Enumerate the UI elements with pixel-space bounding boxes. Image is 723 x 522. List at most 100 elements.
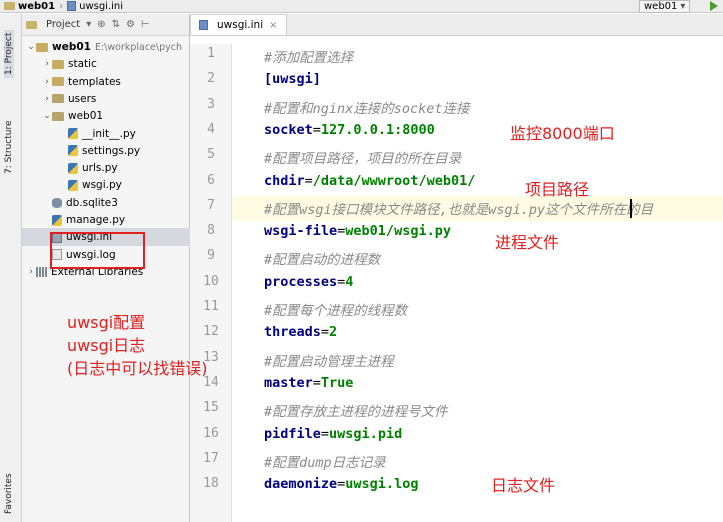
line-number: 9 bbox=[207, 248, 215, 264]
code-line: threads=2 bbox=[264, 324, 337, 340]
ini-file-icon bbox=[67, 1, 77, 11]
tree-item-label: static bbox=[68, 58, 97, 71]
run-configuration-label: web01 bbox=[644, 1, 678, 12]
tree-item[interactable]: wsgi.py bbox=[22, 176, 190, 194]
code-line: wsgi-file=web01/wsgi.py bbox=[264, 223, 451, 239]
line-number: 5 bbox=[207, 147, 215, 163]
line-number: 12 bbox=[203, 324, 219, 340]
config-key: processes bbox=[264, 273, 338, 290]
annotation-highlight-box bbox=[50, 232, 145, 269]
folder-icon bbox=[52, 59, 64, 69]
code-line: #配置和nginx连接的socket连接 bbox=[264, 100, 470, 117]
line-number: 1 bbox=[207, 46, 215, 61]
config-value: 2 bbox=[329, 324, 338, 341]
python-file-icon bbox=[68, 162, 78, 174]
equals-sign: = bbox=[312, 121, 321, 138]
config-key: socket bbox=[264, 121, 313, 138]
annotation-uwsgi-config: uwsgi配置 bbox=[67, 313, 146, 332]
database-icon bbox=[52, 197, 62, 208]
gear-icon[interactable]: ⚙ bbox=[126, 19, 135, 30]
config-value: 127.0.0.1:8000 bbox=[320, 121, 435, 138]
config-value: 4 bbox=[345, 273, 354, 290]
code-line: #配置dump日志记录 bbox=[264, 454, 386, 471]
annotation-log-hint: (日志中可以找错误) bbox=[67, 359, 208, 378]
run-configuration-select[interactable]: web01 ▾ bbox=[639, 0, 691, 13]
breadcrumb-file[interactable]: uwsgi.ini bbox=[79, 1, 123, 12]
tree-item[interactable]: manage.py bbox=[22, 211, 190, 229]
config-key: chdir bbox=[264, 172, 305, 189]
line-number: 10 bbox=[203, 273, 219, 289]
line-number: 2 bbox=[207, 71, 215, 87]
scroll-from-source-icon[interactable]: ⊕ bbox=[97, 19, 105, 30]
chevron-right-icon[interactable]: › bbox=[42, 59, 52, 69]
tree-item-label: templates bbox=[68, 75, 121, 88]
line-number: 16 bbox=[203, 425, 219, 441]
line-number: 3 bbox=[207, 96, 215, 112]
tree-item[interactable]: db.sqlite3 bbox=[22, 194, 190, 212]
collapse-all-icon[interactable]: ⇅ bbox=[112, 19, 120, 30]
code-line: daemonize=uwsgi.log bbox=[264, 476, 418, 492]
editor: uwsgi.ini × 1 2 3 4 5 6 7 8 9 10 11 12 13 14 15 16 17 18 … bbox=[190, 14, 723, 522]
code-line: #配置每个进程的线程数 bbox=[264, 303, 408, 319]
tree-item[interactable]: › templates bbox=[22, 73, 190, 91]
tree-item[interactable]: ⌄ web01 bbox=[22, 107, 190, 125]
code-line: socket=127.0.0.1:8000 bbox=[264, 122, 435, 138]
tree-item[interactable]: ⌄ web01 E:\workplace\pych bbox=[22, 38, 190, 56]
annotation-process-file: 进程文件 bbox=[495, 233, 560, 252]
chevron-down-icon[interactable]: ⌄ bbox=[26, 42, 36, 52]
code-line: master=True bbox=[264, 375, 353, 391]
annotation-listen-port: 监控8000端口 bbox=[510, 124, 615, 143]
code-line: [uwsgi] bbox=[264, 71, 321, 88]
tree-item-label: db.sqlite3 bbox=[66, 196, 118, 209]
code-line: #配置wsgi接口模块文件路径,也就是wsgi.py这个文件所在的目 bbox=[264, 201, 654, 218]
code-line: #配置启动的进程数 bbox=[264, 252, 381, 269]
config-value: web01/wsgi.py bbox=[345, 223, 451, 240]
breadcrumb-project[interactable]: web01 bbox=[18, 1, 55, 12]
tab-label: uwsgi.ini bbox=[217, 19, 264, 31]
project-toolbar: Project ▾ ⊕ ⇅ ⚙ ⊢ bbox=[22, 14, 189, 36]
tool-tab-favorites[interactable]: Favorites bbox=[4, 473, 14, 514]
annotation-uwsgi-log: uwsgi日志 bbox=[67, 336, 146, 355]
tool-tab-structure[interactable]: 7: Structure bbox=[4, 121, 14, 175]
tree-item[interactable]: › users bbox=[22, 90, 190, 108]
chevron-right-icon[interactable]: › bbox=[26, 267, 36, 277]
tree-item-label: urls.py bbox=[82, 162, 118, 175]
tab-uwsgi-ini[interactable]: uwsgi.ini × bbox=[190, 14, 287, 35]
tree-item[interactable]: settings.py bbox=[22, 142, 190, 160]
config-key: daemonize bbox=[264, 476, 338, 493]
chevron-down-icon[interactable]: ⌄ bbox=[42, 111, 52, 121]
python-file-icon bbox=[52, 214, 62, 226]
tree-item-label: web01 bbox=[52, 41, 91, 53]
config-key: master bbox=[264, 374, 313, 391]
library-icon bbox=[36, 266, 47, 277]
chevron-down-icon[interactable]: ▾ bbox=[86, 19, 91, 30]
line-number: 4 bbox=[207, 121, 215, 137]
chevron-right-icon[interactable]: › bbox=[42, 94, 52, 104]
tree-item-label: __init__.py bbox=[82, 127, 136, 140]
hide-icon[interactable]: ⊢ bbox=[141, 19, 150, 30]
code-line: #配置存放主进程的进程号文件 bbox=[264, 404, 448, 421]
chevron-right-icon[interactable]: › bbox=[42, 77, 52, 87]
tree-item[interactable]: › static bbox=[22, 55, 190, 73]
code-line: pidfile=uwsgi.pid bbox=[264, 426, 402, 442]
line-number: 6 bbox=[207, 172, 215, 188]
chevron-down-icon: ▾ bbox=[680, 1, 686, 12]
line-number: 17 bbox=[203, 450, 219, 466]
folder-icon bbox=[52, 77, 64, 87]
tree-item[interactable]: __init__.py bbox=[22, 125, 190, 143]
line-number-gutter: 1 2 3 4 5 6 7 8 9 10 11 12 13 14 15 16 17 18 bbox=[190, 44, 232, 522]
project-view-select[interactable]: Project bbox=[46, 19, 80, 30]
tree-item[interactable]: urls.py bbox=[22, 159, 190, 177]
tool-tab-project[interactable]: 1: Project bbox=[4, 29, 14, 78]
run-icon[interactable] bbox=[710, 1, 718, 11]
equals-sign: = bbox=[320, 324, 330, 341]
code-line: chdir=/data/wwwroot/web01/ bbox=[264, 173, 475, 189]
close-icon[interactable]: × bbox=[269, 20, 277, 31]
equals-sign: = bbox=[320, 425, 330, 442]
ini-file-icon bbox=[199, 20, 208, 30]
annotation-log-file: 日志文件 bbox=[491, 476, 556, 495]
tree-item-label: settings.py bbox=[82, 144, 141, 157]
annotation-project-path: 项目路径 bbox=[525, 180, 590, 199]
config-key: wsgi-file bbox=[264, 223, 338, 240]
navigation-bar: web01 › uwsgi.ini bbox=[0, 0, 723, 13]
